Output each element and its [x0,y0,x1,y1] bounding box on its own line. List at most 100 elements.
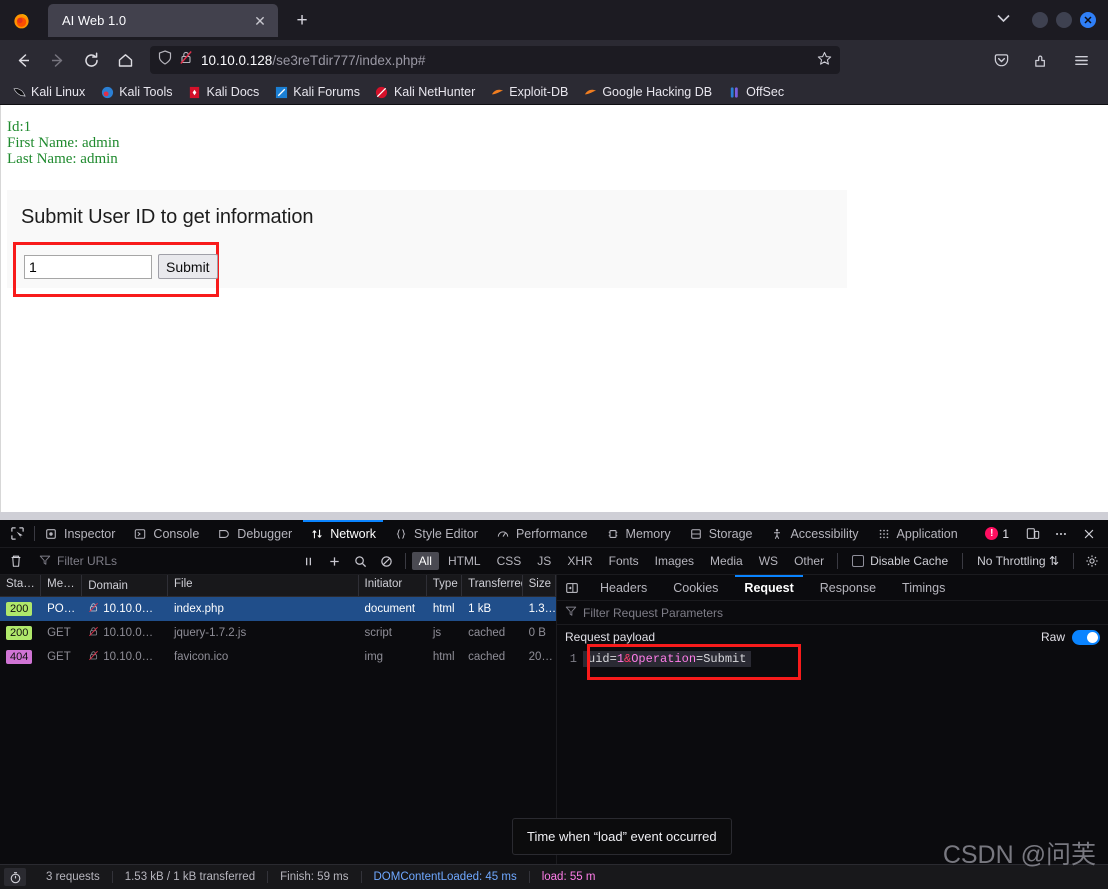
window-minimize-button[interactable] [1032,12,1048,28]
pause-recording-icon[interactable] [297,550,321,572]
tab-accessibility[interactable]: Accessibility [761,520,867,547]
tab-network[interactable]: Network [301,520,385,547]
filter-type-other[interactable]: Other [787,552,831,570]
tab-timings[interactable]: Timings [889,575,958,600]
tab-cookies[interactable]: Cookies [660,575,731,600]
column-domain[interactable]: Domain [82,575,168,596]
bookmark-kali-forums[interactable]: Kali Forums [268,83,366,101]
tab-headers[interactable]: Headers [587,575,660,600]
block-requests-icon[interactable] [375,550,399,572]
kali-tools-icon [100,85,114,99]
tab-response[interactable]: Response [807,575,889,600]
filter-request-parameters-input[interactable]: Filter Request Parameters [557,601,1108,625]
save-to-pocket-icon[interactable] [986,45,1016,75]
url-bar[interactable]: 10.10.0.128/se3reTdir777/index.php# [150,46,840,74]
bookmark-kali-tools[interactable]: Kali Tools [94,83,178,101]
tab-application[interactable]: Application [868,520,967,547]
column-initiator[interactable]: Initiator [359,575,427,596]
back-button[interactable] [8,45,38,75]
submit-button[interactable]: Submit [158,254,218,279]
window-maximize-button[interactable] [1056,12,1072,28]
forward-button[interactable] [42,45,72,75]
bookmark-kali-nethunter[interactable]: Kali NetHunter [369,83,481,101]
tab-label: Network [330,526,377,541]
chevron-down-icon[interactable] [983,14,1024,26]
toggle-sidebar-icon[interactable] [557,575,587,600]
payload-line[interactable]: 1 uid=1&Operation=Submit [557,649,1108,669]
filter-type-css[interactable]: CSS [490,552,529,570]
error-count-badge[interactable]: ! 1 [979,527,1015,541]
new-tab-button[interactable]: + [288,7,316,35]
app-menu-icon[interactable] [1066,45,1096,75]
filter-type-ws[interactable]: WS [752,552,785,570]
filter-type-js[interactable]: JS [530,552,558,570]
filter-type-xhr[interactable]: XHR [560,552,599,570]
performance-analysis-icon[interactable] [4,868,26,886]
bookmark-exploit-db[interactable]: Exploit-DB [484,83,574,101]
gear-icon[interactable] [1080,550,1104,572]
bookmark-offsec[interactable]: OffSec [721,83,790,101]
table-row[interactable]: 200 GET 10.10.0… jquery-1.7.2.js script … [0,621,556,645]
column-status[interactable]: Sta… [0,575,42,596]
bookmark-kali-docs[interactable]: Kali Docs [181,83,265,101]
tab-storage[interactable]: Storage [680,520,762,547]
filter-type-html[interactable]: HTML [441,552,488,570]
user-id-input[interactable] [24,254,152,279]
tab-performance[interactable]: Performance [487,520,597,547]
tab-console[interactable]: Console [124,520,208,547]
kali-docs-icon [187,85,201,99]
insecure-lock-icon [88,626,99,640]
raw-toggle[interactable]: Raw [1041,629,1100,645]
bookmark-star-icon[interactable] [817,51,832,69]
tab-debugger[interactable]: Debugger [208,520,301,547]
shield-icon[interactable] [158,50,172,70]
devtools-splitter[interactable] [0,512,1108,520]
bookmarks-bar: Kali Linux Kali Tools Kali Docs Kali For… [0,80,1108,105]
devtools-meatball-menu-icon[interactable] [1048,523,1074,545]
network-table-header: Sta… Me… Domain File Initiator Type Tran… [0,575,556,597]
performance-icon [496,527,510,541]
tab-request[interactable]: Request [731,575,806,600]
bookmark-google-hacking-db[interactable]: Google Hacking DB [577,83,718,101]
column-type[interactable]: Type [427,575,463,596]
row-size: 20… [528,651,553,663]
column-size[interactable]: Size [523,575,556,596]
responsive-design-mode-icon[interactable] [1020,523,1046,545]
home-button[interactable] [110,45,140,75]
row-type: html [432,603,455,615]
table-row[interactable]: 200 PO… 10.10.0… index.php document html [0,597,556,621]
filter-type-images[interactable]: Images [648,552,701,570]
clear-requests-icon[interactable] [4,550,28,572]
disable-cache-checkbox[interactable]: Disable Cache [844,554,956,568]
element-picker-icon[interactable] [0,520,34,547]
devtools-close-icon[interactable] [1076,523,1102,545]
search-icon[interactable] [349,550,373,572]
window-close-button[interactable]: ✕ [1080,12,1096,28]
column-transferred[interactable]: Transferred [462,575,523,596]
table-row[interactable]: 404 GET 10.10.0… favicon.ico img html ca [0,645,556,669]
column-method[interactable]: Me… [41,575,83,596]
extensions-icon[interactable] [1026,45,1056,75]
column-file[interactable]: File [168,575,359,596]
filter-urls-input[interactable]: Filter URLs [33,554,295,569]
tabstrip-right-controls: ✕ [983,0,1108,40]
payload-code[interactable]: uid=1&Operation=Submit [583,651,752,667]
tooltip: Time when “load” event occurred [512,818,732,855]
kali-nethunter-icon [375,85,389,99]
throttling-select[interactable]: No Throttling ⇅ [969,554,1067,568]
add-request-icon[interactable] [323,550,347,572]
status-load[interactable]: load: 55 m [530,871,608,883]
reload-button[interactable] [76,45,106,75]
browser-tab[interactable]: AI Web 1.0 ✕ [48,4,278,37]
filter-type-media[interactable]: Media [703,552,750,570]
insecure-lock-icon[interactable] [179,50,193,70]
tab-style-editor[interactable]: Style Editor [385,520,487,547]
filter-type-all[interactable]: All [411,552,439,570]
tab-inspector[interactable]: Inspector [35,520,124,547]
bookmark-kali-linux[interactable]: Kali Linux [6,83,91,101]
tab-memory[interactable]: Memory [597,520,680,547]
close-icon[interactable]: ✕ [250,11,270,31]
filter-type-fonts[interactable]: Fonts [602,552,646,570]
row-type: html [432,651,455,663]
toggle-switch[interactable] [1072,629,1100,645]
